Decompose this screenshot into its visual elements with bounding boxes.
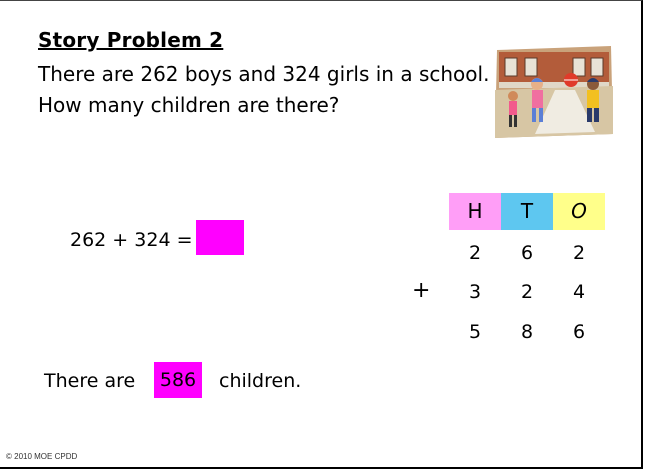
- ones-header: O: [553, 193, 605, 230]
- answer-sentence-start: There are: [44, 370, 136, 392]
- addend2-tens: 2: [520, 281, 534, 303]
- addend1-hundreds: 2: [468, 242, 482, 264]
- equation-text: 262 + 324 =: [70, 229, 193, 251]
- problem-line-2: How many children are there?: [38, 93, 340, 117]
- sum-hundreds: 5: [468, 321, 482, 343]
- answer-sentence-end: children.: [219, 370, 302, 392]
- addend2-hundreds: 3: [468, 281, 482, 303]
- page-title: Story Problem 2: [38, 28, 224, 52]
- answer-value-box: 586: [154, 362, 202, 398]
- sum-tens: 8: [520, 321, 534, 343]
- sum-ones: 6: [572, 321, 586, 343]
- problem-line-1: There are 262 boys and 324 girls in a sc…: [38, 62, 490, 86]
- hundreds-header: H: [449, 193, 501, 230]
- plus-sign: +: [412, 278, 431, 303]
- addend2-ones: 4: [572, 281, 586, 303]
- tens-header: T: [501, 193, 553, 230]
- children-playing-clipart: [495, 46, 613, 138]
- addend1-ones: 2: [572, 242, 586, 264]
- addend1-tens: 6: [520, 242, 534, 264]
- answer-box: [196, 220, 244, 255]
- copyright-footer: © 2010 MOE CPDD: [6, 452, 78, 461]
